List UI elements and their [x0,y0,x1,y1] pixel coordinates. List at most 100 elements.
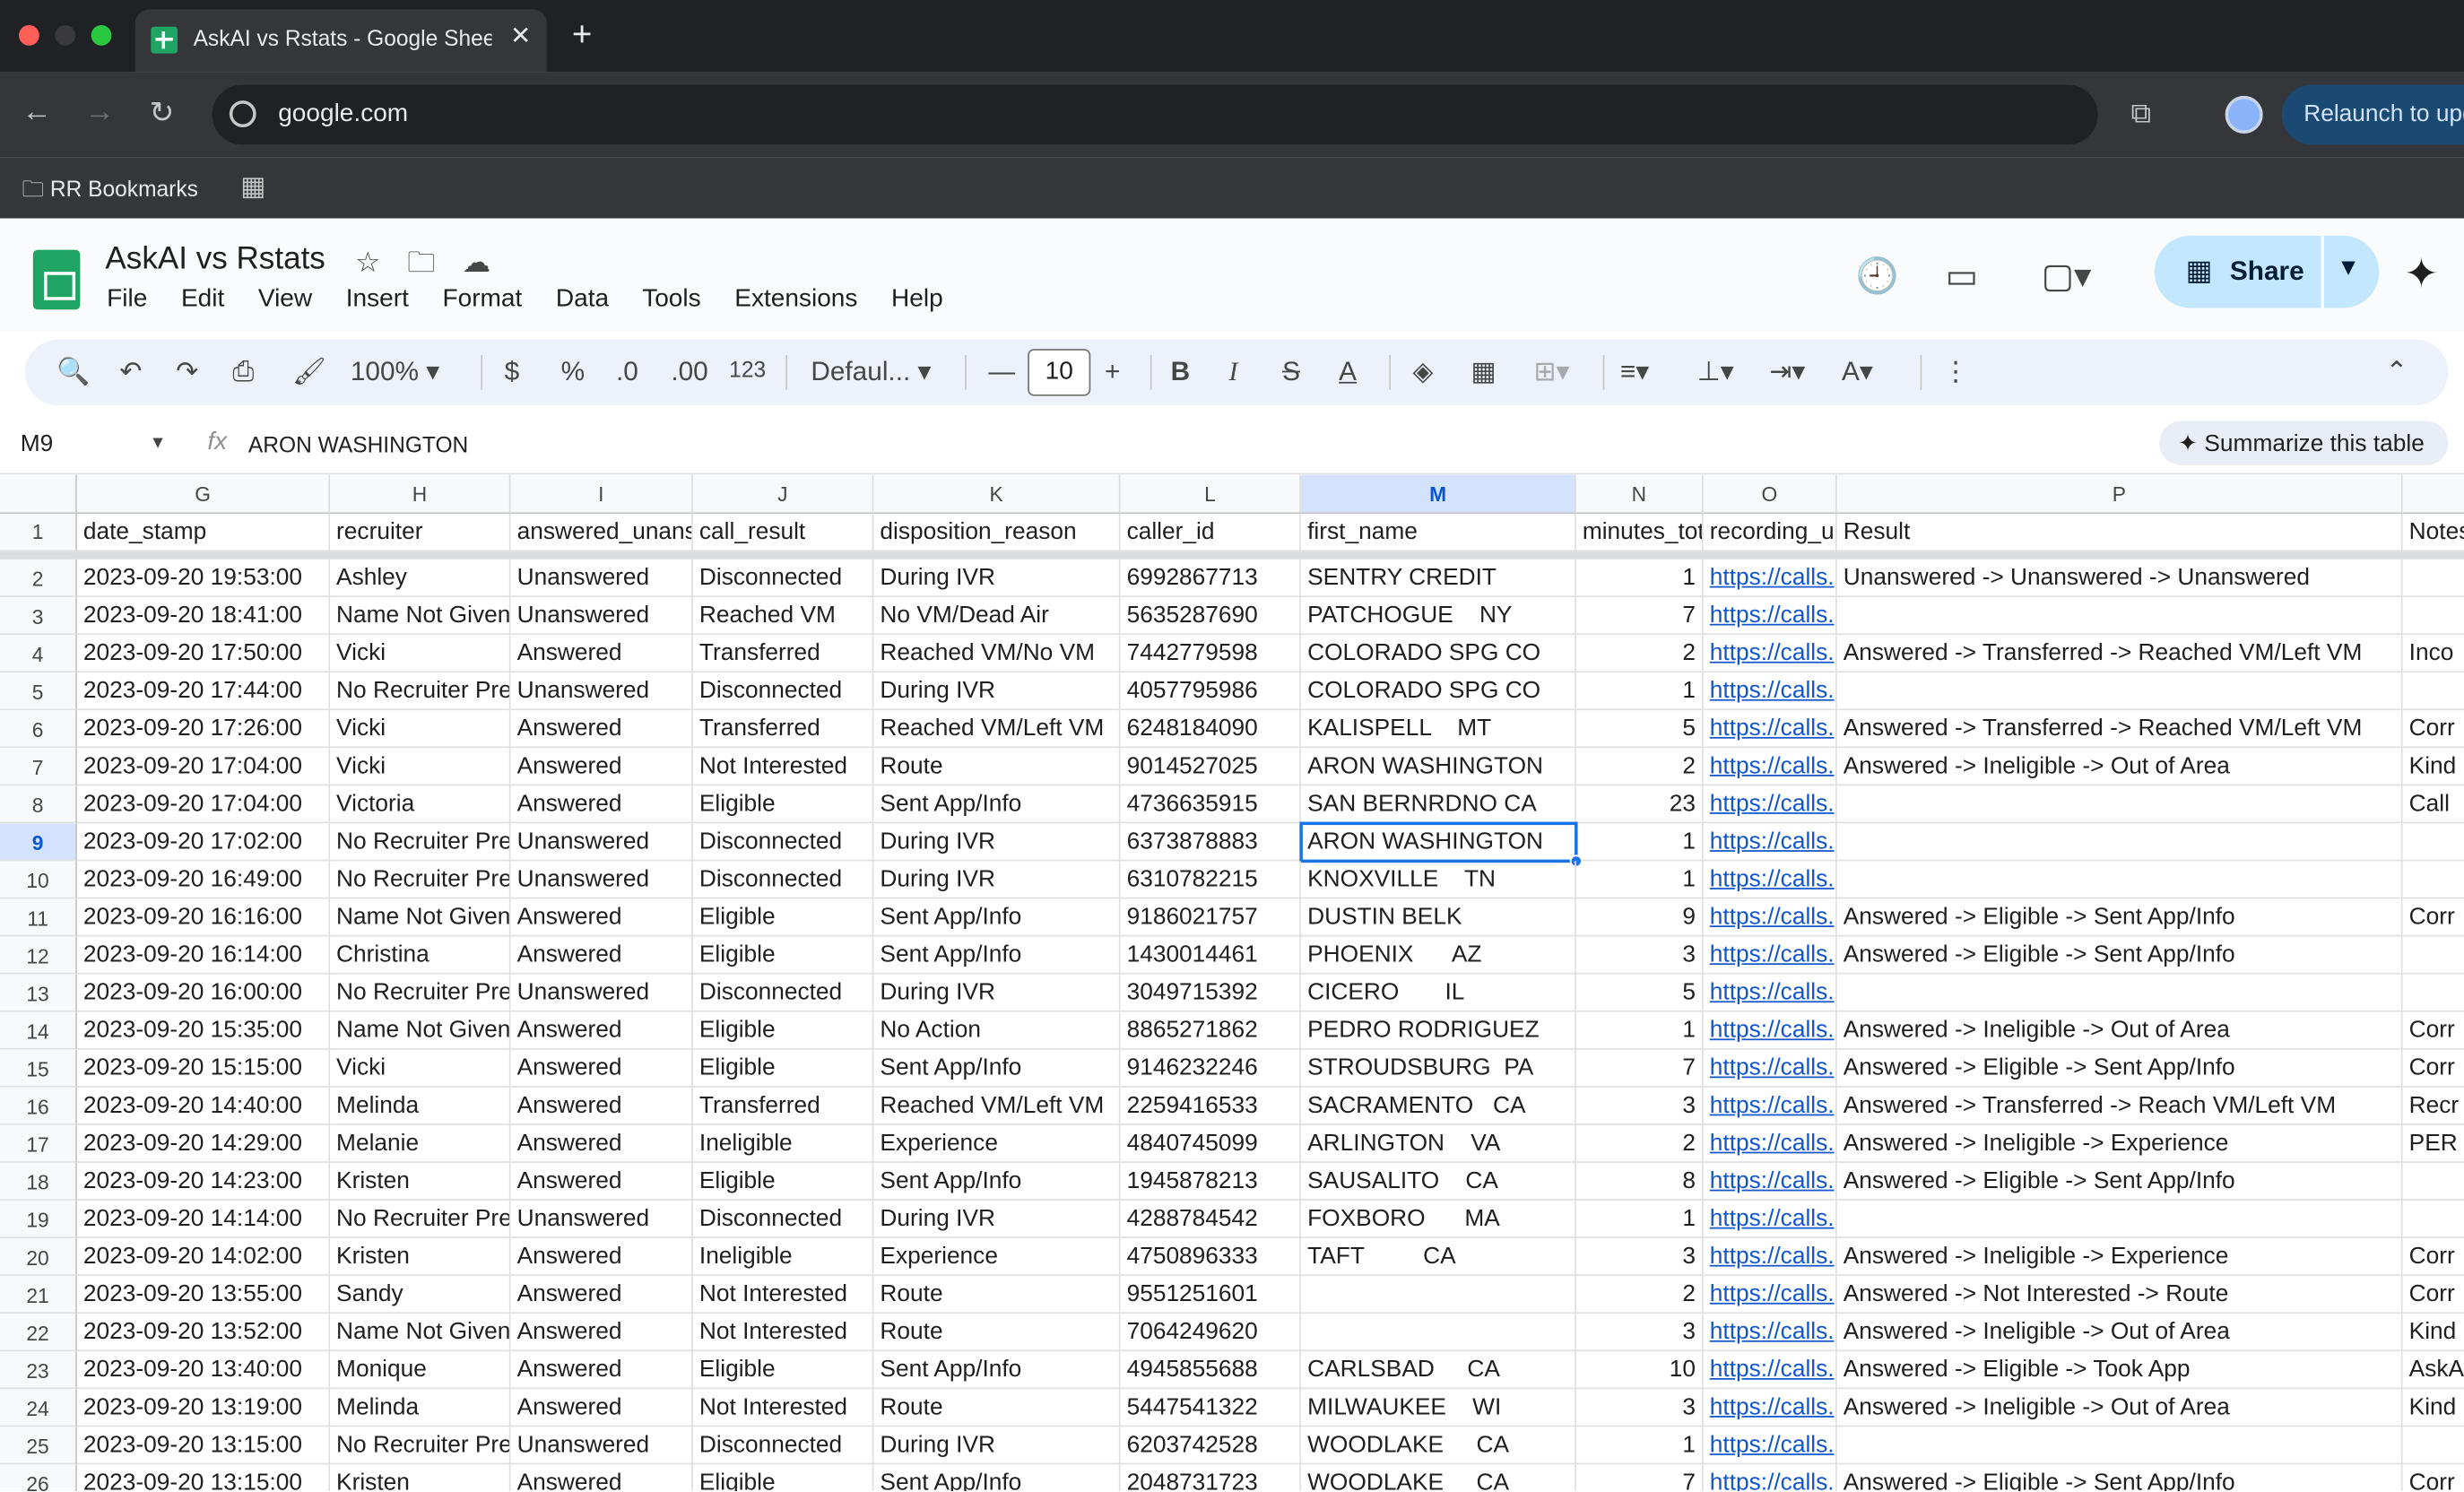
column-header-next[interactable] [2402,474,2464,515]
text-rotation-icon[interactable]: A▾ [1842,357,1873,388]
table-cell[interactable]: Melanie [330,1124,511,1163]
table-cell[interactable]: Answered -> Ineligible -> Out of Area [1836,1389,2403,1427]
row-header-3[interactable]: 3 [0,596,77,636]
menu-insert[interactable]: Insert [346,286,409,313]
table-cell[interactable]: 8865271862 [1120,1011,1302,1050]
cloud-status-icon[interactable]: ☁ [463,247,491,278]
menu-help[interactable]: Help [891,286,943,313]
row-header-6[interactable]: 6 [0,710,77,749]
table-cell[interactable]: Ineligible [692,1124,874,1163]
table-cell[interactable]: 3 [1575,1087,1704,1125]
table-cell[interactable]: 3 [1575,1314,1704,1352]
table-cell[interactable]: Answered [511,1464,693,1492]
table-cell[interactable]: Disconnected [692,861,874,899]
table-cell[interactable] [1836,785,2403,824]
table-cell[interactable]: Eligible [692,1049,874,1088]
table-cell[interactable]: Answered [510,1276,693,1314]
header-cell[interactable]: answered_unanswered [510,514,693,552]
table-cell[interactable]: 3 [1575,1389,1704,1427]
table-cell[interactable]: 4945855688 [1120,1351,1302,1390]
share-button[interactable]: ▦ Share ▼ [2154,235,2380,308]
table-cell[interactable]: Answered [510,1162,693,1201]
menu-format[interactable]: Format [442,286,522,313]
new-tab-icon[interactable]: + [572,14,593,56]
row-header-8[interactable]: 8 [0,785,77,824]
table-cell[interactable]: Victoria [330,785,511,824]
column-header-I[interactable]: I [510,474,693,515]
profile-avatar[interactable] [2225,95,2263,134]
paint-format-icon[interactable]: 🖌 [292,357,326,388]
table-cell[interactable]: 2259416533 [1120,1087,1302,1125]
increase-font-size-icon[interactable]: + [1105,357,1120,388]
table-cell[interactable]: SACRAMENTO CA [1301,1087,1576,1125]
table-cell[interactable] [2402,937,2464,975]
table-cell[interactable]: No Recruiter Present [330,823,511,862]
header-cell[interactable]: Notes [2402,514,2464,552]
table-cell[interactable]: Kristen [330,1162,511,1201]
table-cell[interactable]: Disconnected [692,1427,874,1465]
header-cell[interactable]: recording_url [1703,514,1837,552]
search-menus-icon[interactable]: 🔍 [56,357,90,388]
row-header-7[interactable]: 7 [0,748,77,786]
table-cell[interactable]: Answered [510,1124,693,1163]
table-cell[interactable]: 6310782215 [1120,861,1302,899]
table-cell[interactable]: CARLSBAD CA [1301,1351,1576,1390]
table-cell[interactable]: Experience [873,1124,1121,1163]
table-cell[interactable]: Unanswered [510,974,693,1012]
table-cell[interactable]: 4057795986 [1120,672,1302,711]
table-cell[interactable]: TAFT CA [1301,1238,1576,1277]
row-header-1[interactable]: 1 [0,514,77,552]
bookmark-folder[interactable]: 🗀 RR Bookmarks [22,173,198,211]
table-cell[interactable]: 2 [1575,1276,1704,1314]
table-cell[interactable]: Reached VM [692,596,874,636]
table-cell[interactable]: Name Not Given [330,898,511,937]
print-icon[interactable]: ⎙ [232,357,254,388]
recording-link[interactable]: https://calls. [1704,1464,1837,1492]
table-cell[interactable]: SAN BERNRDNO CA [1301,785,1576,824]
table-cell[interactable] [1836,596,2403,636]
table-cell[interactable] [1836,1427,2403,1465]
table-cell[interactable]: Ineligible [692,1238,874,1277]
table-cell[interactable]: 2023-09-20 19:53:00 [76,559,331,597]
table-cell[interactable]: COLORADO SPG CO [1301,635,1576,673]
row-header-26[interactable]: 26 [0,1464,77,1492]
table-cell[interactable]: During IVR [873,672,1121,711]
row-header-22[interactable]: 22 [0,1314,77,1352]
table-cell[interactable]: Answered [510,710,693,749]
table-cell[interactable]: 2023-09-20 13:55:00 [76,1276,331,1314]
recording-link[interactable]: https://calls. [1703,785,1837,824]
table-cell[interactable]: 2023-09-20 17:44:00 [76,672,331,711]
back-icon[interactable]: ← [22,96,52,131]
minimize-window-button[interactable] [55,25,76,46]
table-cell[interactable]: Melinda [330,1087,511,1125]
name-box[interactable]: M9 [21,430,54,457]
header-cell[interactable]: date_stamp [76,514,331,552]
share-dropdown-icon[interactable]: ▼ [2337,255,2360,282]
recording-link[interactable]: https://calls. [1703,1314,1837,1352]
table-cell[interactable]: Kind [2402,1389,2464,1427]
table-cell[interactable]: Reached VM/Left VM [873,710,1121,749]
column-header-P[interactable]: P [1836,474,2403,515]
tab-close-icon[interactable]: ✕ [510,21,531,52]
table-cell[interactable]: FOXBORO MA [1301,1200,1576,1239]
header-cell[interactable]: first_name [1301,514,1576,552]
table-cell[interactable]: No Recruiter Present [330,861,511,899]
table-cell[interactable]: Answered [510,936,693,975]
table-cell[interactable]: Answered [510,1049,693,1088]
table-cell[interactable]: Answered -> Transferred -> Reach VM/Left… [1836,1087,2403,1125]
table-cell[interactable]: 2023-09-20 15:35:00 [76,1011,331,1050]
menu-edit[interactable]: Edit [181,286,224,313]
row-header-5[interactable]: 5 [0,672,77,711]
menu-tools[interactable]: Tools [642,286,700,313]
recording-link[interactable]: https://calls. [1703,1351,1837,1390]
column-header-G[interactable]: G [76,474,331,515]
menu-view[interactable]: View [258,286,312,313]
table-cell[interactable]: Answered -> Eligible -> Sent App/Info [1837,1464,2403,1492]
table-cell[interactable]: Not Interested [692,1276,874,1314]
table-cell[interactable]: Eligible [693,1464,874,1492]
table-cell[interactable]: 2023-09-20 16:14:00 [76,936,331,975]
more-formats-button[interactable]: 123 [729,357,766,382]
table-cell[interactable]: COLORADO SPG CO [1301,672,1576,711]
comments-icon[interactable]: ▭ [1946,256,1978,298]
table-cell[interactable]: Melinda [330,1389,511,1427]
